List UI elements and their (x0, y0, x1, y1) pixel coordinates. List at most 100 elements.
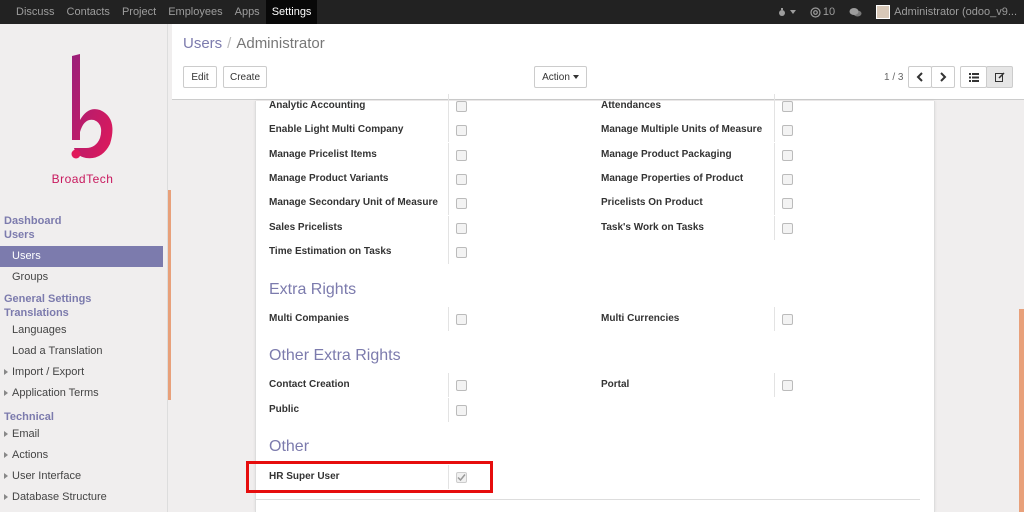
form-sheet: Analytic Accounting Attendances Enable Lig… (246, 94, 935, 512)
sidebar-header-general-settings[interactable]: General Settings (0, 292, 163, 306)
checkbox-sales-pricelists[interactable] (456, 223, 467, 234)
field-label-enable-light-multi-company: Enable Light Multi Company (269, 124, 404, 135)
field-label-manage-properties-of-product: Manage Properties of Product (601, 173, 744, 184)
checkbox-task-s-work-on-tasks[interactable] (782, 223, 793, 234)
sidebar-item-email[interactable]: Email (0, 424, 163, 445)
sidebar-item-application-terms[interactable]: Application Terms (0, 383, 163, 404)
checkbox-time-estimation-on-tasks[interactable] (456, 247, 467, 258)
sidebar-accent (168, 190, 171, 400)
caret-right-icon (4, 473, 8, 480)
caret-right-icon (4, 369, 8, 376)
sidebar-item-label: Email (12, 428, 40, 440)
field-label-multi-companies: Multi Companies (269, 313, 350, 324)
sidebar-item-groups[interactable]: Groups (0, 267, 163, 288)
sidebar-item-languages[interactable]: Languages (0, 320, 163, 341)
sidebar-item-label: Groups (12, 271, 49, 283)
form-view-button[interactable] (986, 66, 1013, 88)
menu-item-contacts[interactable]: Contacts (61, 0, 116, 24)
checkbox-multi-currencies[interactable] (782, 314, 793, 325)
user-menu[interactable]: Administrator (odoo_v9... (869, 5, 1024, 19)
sidebar-item-load-a-translation[interactable]: Load a Translation (0, 341, 163, 362)
menu-item-project[interactable]: Project (116, 0, 162, 24)
field-label-portal: Portal (601, 379, 630, 390)
scrollbar-accent[interactable] (1019, 309, 1024, 512)
checkbox-attendances[interactable] (782, 101, 793, 112)
annotation-highlight-box (246, 461, 493, 493)
checkbox-manage-pricelist-items[interactable] (456, 150, 467, 161)
checkbox-public[interactable] (456, 405, 467, 416)
control-panel: Users / Administrator Edit Create Action 1… (172, 24, 1024, 100)
action-dropdown[interactable]: Action (534, 66, 587, 88)
menu-item-apps[interactable]: Apps (229, 0, 266, 24)
sidebar-item-label: Users (12, 250, 41, 262)
checkbox-analytic-accounting[interactable] (456, 101, 467, 112)
sidebar-header-technical[interactable]: Technical (0, 410, 163, 424)
pager-next-button[interactable] (931, 66, 955, 88)
checkbox-enable-light-multi-company[interactable] (456, 125, 467, 136)
sidebar-item-automation[interactable]: Automation (0, 508, 163, 512)
sidebar-header-dashboard[interactable]: Dashboard (0, 214, 163, 228)
menu-item-employees[interactable]: Employees (162, 0, 228, 24)
field-label-multi-currencies: Multi Currencies (601, 313, 680, 324)
column-separator (448, 143, 449, 167)
column-separator (774, 307, 775, 331)
message-count: 10 (822, 6, 836, 18)
field-label-contact-creation: Contact Creation (269, 379, 350, 390)
app-menu: Discuss Contacts Project Employees Apps Setti… (0, 0, 318, 24)
sidebar-item-import-export[interactable]: Import / Export (0, 362, 163, 383)
checkbox-contact-creation[interactable] (456, 380, 467, 391)
pager-previous-button[interactable] (908, 66, 932, 88)
column-separator (774, 373, 775, 397)
edit-icon (994, 72, 1005, 82)
column-separator (448, 398, 449, 422)
caret-right-icon (4, 494, 8, 501)
chat-button[interactable] (842, 7, 869, 18)
sidebar-item-label: User Interface (12, 470, 82, 482)
avatar (876, 5, 891, 19)
sidebar-item-label: Languages (12, 324, 67, 336)
column-separator (448, 118, 449, 142)
list-view-button[interactable] (960, 66, 987, 88)
checkbox-multi-companies[interactable] (456, 314, 467, 325)
chevron-left-icon (916, 72, 923, 82)
menu-item-discuss[interactable]: Discuss (10, 0, 61, 24)
sidebar-item-label: Application Terms (12, 387, 99, 399)
menu-item-settings[interactable]: Settings (265, 0, 318, 24)
sidebar-item-actions[interactable]: Actions (0, 445, 163, 466)
sidebar-item-label: Actions (12, 449, 49, 461)
messages-indicator[interactable]: 10 (803, 6, 842, 18)
sidebar-header-translations[interactable]: Translations (0, 306, 163, 320)
column-separator (448, 167, 449, 191)
field-label-pricelists-on-product: Pricelists On Product (601, 197, 703, 208)
sidebar-header-users[interactable]: Users (0, 228, 163, 242)
systray: 10 Administrator (odoo_v9... (770, 0, 1024, 24)
column-separator (448, 216, 449, 240)
user-name: Administrator (odoo_v9... (894, 6, 1017, 18)
breadcrumb: Users / Administrator (183, 35, 325, 52)
field-label-analytic-accounting: Analytic Accounting (269, 100, 366, 111)
field-label-manage-pricelist-items: Manage Pricelist Items (269, 149, 377, 160)
sidebar-item-database-structure[interactable]: Database Structure (0, 487, 163, 508)
column-separator (448, 373, 449, 397)
section-title-extra-rights: Extra Rights (269, 281, 357, 298)
checkbox-manage-multiple-units-of-measure[interactable] (782, 125, 793, 136)
sidebar-item-users[interactable]: Users (0, 246, 163, 267)
create-button[interactable]: Create (223, 66, 267, 88)
checkbox-portal[interactable] (782, 380, 793, 391)
field-label-time-estimation-on-tasks: Time Estimation on Tasks (269, 246, 392, 257)
sidebar-item-user-interface[interactable]: User Interface (0, 466, 163, 487)
list-icon (968, 72, 979, 82)
checkbox-manage-properties-of-product[interactable] (782, 174, 793, 185)
checkbox-pricelists-on-product[interactable] (782, 198, 793, 209)
checkbox-manage-product-packaging[interactable] (782, 150, 793, 161)
column-separator (448, 94, 449, 118)
debug-menu[interactable] (770, 7, 803, 17)
field-label-manage-product-variants: Manage Product Variants (269, 173, 389, 184)
field-label-public: Public (269, 404, 300, 415)
checkbox-manage-secondary-unit-of-measure[interactable] (456, 198, 467, 209)
field-label-attendances: Attendances (601, 100, 662, 111)
checkbox-manage-product-variants[interactable] (456, 174, 467, 185)
breadcrumb-users-link[interactable]: Users (183, 35, 222, 52)
field-label-sales-pricelists: Sales Pricelists (269, 222, 343, 233)
edit-button[interactable]: Edit (183, 66, 217, 88)
